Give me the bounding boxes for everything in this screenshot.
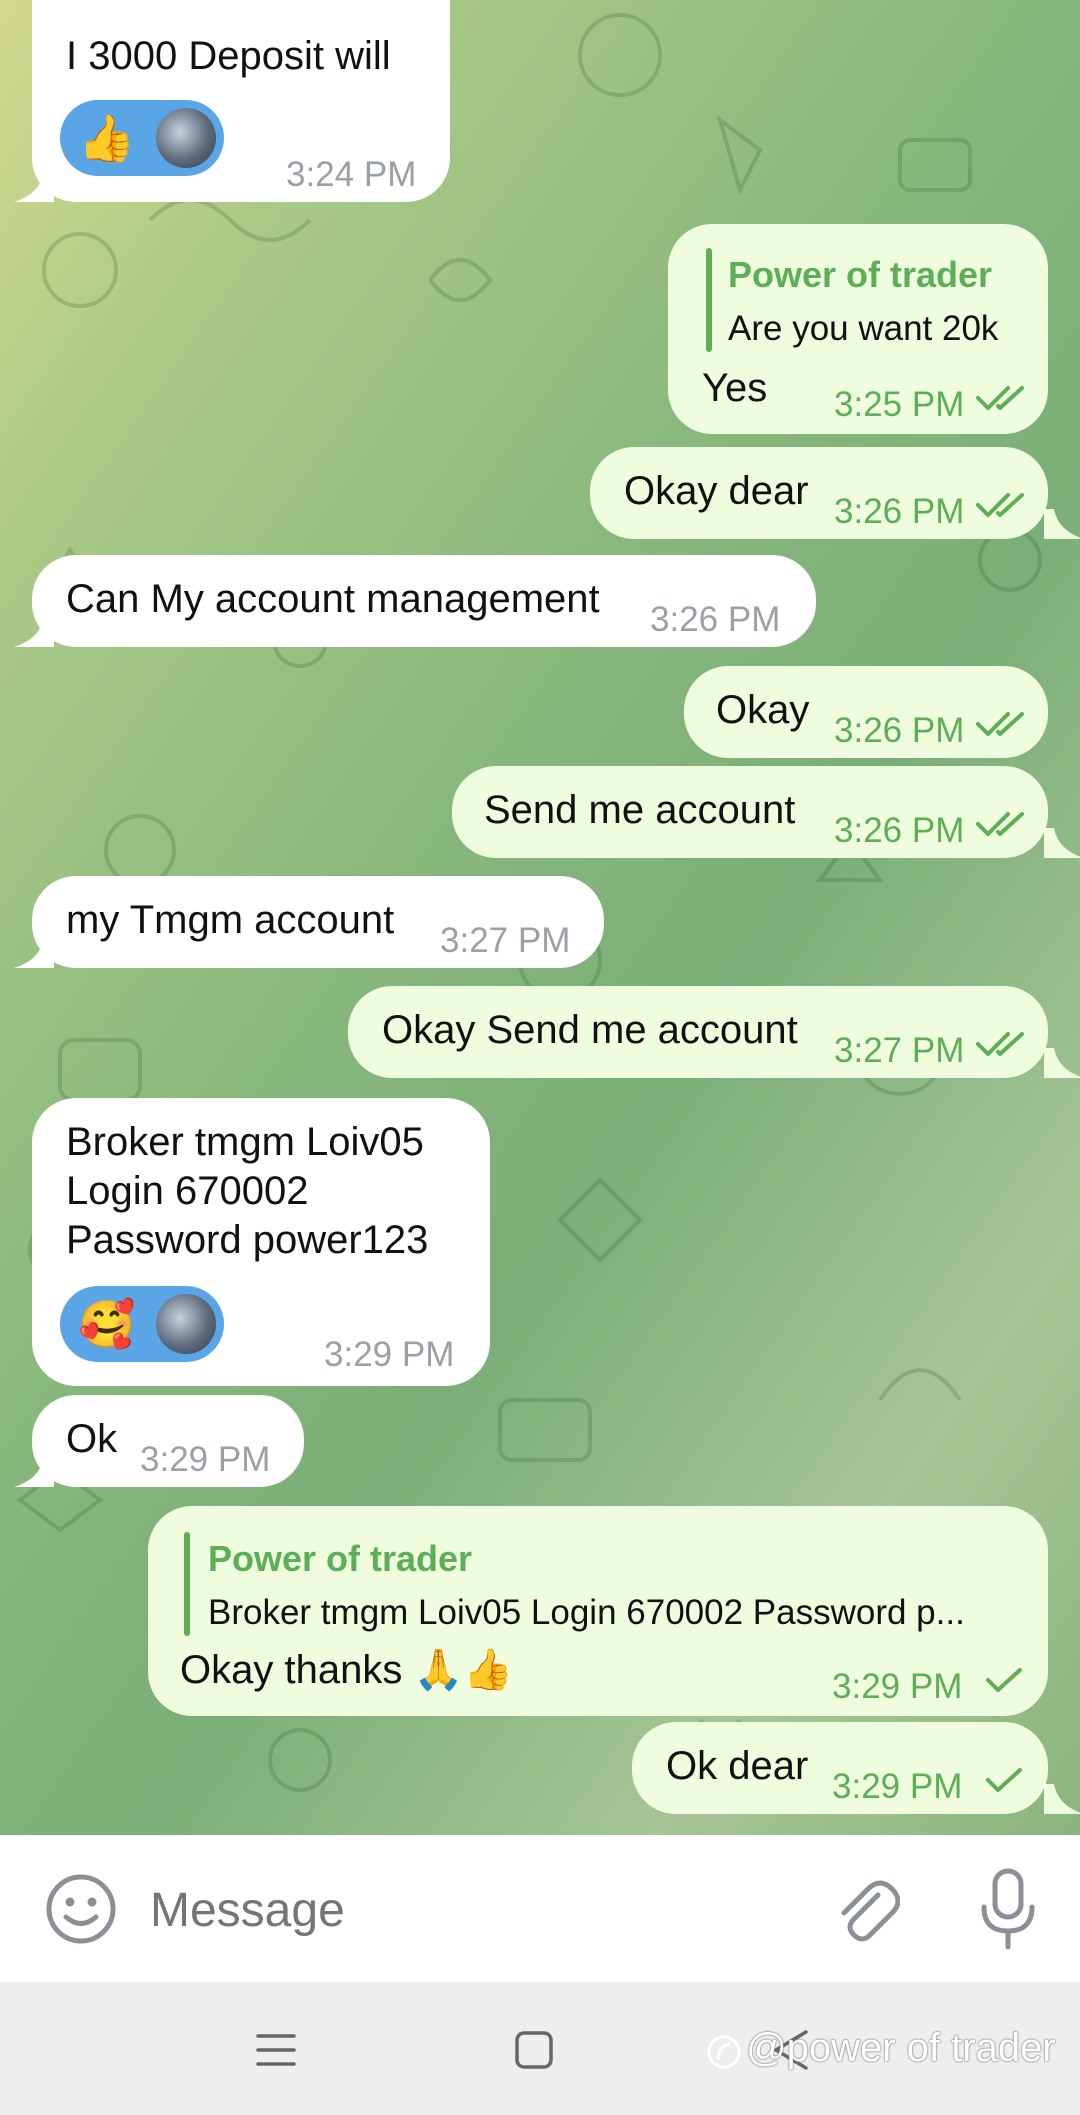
double-check-icon bbox=[976, 386, 1024, 410]
watermark-logo-icon bbox=[707, 2035, 741, 2069]
bubble-tail bbox=[14, 172, 54, 202]
message-time: 3:26 PM bbox=[834, 811, 965, 850]
message-text: Ok bbox=[66, 1417, 118, 1461]
message-bubble-incoming[interactable]: Can My account management 3:26 PM bbox=[32, 555, 816, 647]
message-bubble-outgoing[interactable]: Power of trader Are you want 20k Yes 3:2… bbox=[668, 224, 1048, 434]
message-text-line: Password power123 bbox=[66, 1218, 429, 1262]
single-check-icon bbox=[986, 1668, 1022, 1692]
bubble-tail bbox=[1044, 1048, 1080, 1078]
message-text-line: Broker tmgm Loiv05 bbox=[66, 1120, 424, 1164]
message-time: 3:27 PM bbox=[834, 1031, 965, 1070]
paperclip-icon[interactable] bbox=[830, 1869, 900, 1949]
bubble-tail bbox=[1044, 509, 1080, 539]
message-time: 3:25 PM bbox=[834, 385, 965, 424]
bubble-tail bbox=[1044, 1784, 1080, 1814]
message-text: Can My account management bbox=[66, 577, 600, 621]
message-bubble-outgoing[interactable]: Ok dear 3:29 PM bbox=[632, 1722, 1048, 1814]
double-check-icon bbox=[976, 812, 1024, 836]
message-text: Okay bbox=[716, 688, 810, 732]
message-bubble-outgoing[interactable]: Okay dear 3:26 PM bbox=[590, 447, 1048, 539]
bubble-tail bbox=[14, 938, 54, 968]
message-time: 3:26 PM bbox=[650, 600, 781, 639]
message-time: 3:26 PM bbox=[834, 711, 965, 750]
system-navigation-bar: @power of trader bbox=[0, 1982, 1080, 2115]
message-bubble-incoming[interactable]: I 3000 Deposit will 👍 3:24 PM bbox=[32, 0, 450, 202]
message-time: 3:29 PM bbox=[832, 1767, 963, 1806]
reaction-chip[interactable]: 🥰 bbox=[60, 1286, 224, 1362]
message-bubble-incoming[interactable]: Broker tmgm Loiv05 Login 670002 Password… bbox=[32, 1098, 490, 1386]
message-bubble-outgoing[interactable]: Send me account 3:26 PM bbox=[452, 766, 1048, 858]
message-text: Okay thanks 🙏👍 bbox=[180, 1648, 514, 1692]
home-icon[interactable] bbox=[514, 2030, 554, 2070]
double-check-icon bbox=[976, 1032, 1024, 1056]
double-check-icon bbox=[976, 712, 1024, 736]
message-text: Yes bbox=[702, 366, 768, 410]
message-bubble-outgoing[interactable]: Power of trader Broker tmgm Loiv05 Login… bbox=[148, 1506, 1048, 1716]
reply-author: Power of trader bbox=[728, 254, 993, 295]
message-time: 3:27 PM bbox=[440, 921, 571, 960]
bubble-tail bbox=[1044, 828, 1080, 858]
recents-icon[interactable] bbox=[254, 2028, 298, 2072]
message-composer bbox=[0, 1835, 1080, 1982]
message-bubble-incoming[interactable]: Ok 3:29 PM bbox=[32, 1395, 304, 1487]
reaction-chip[interactable]: 👍 bbox=[60, 100, 224, 176]
message-time: 3:24 PM bbox=[286, 155, 417, 194]
message-text: my Tmgm account bbox=[66, 898, 395, 942]
double-check-icon bbox=[976, 493, 1024, 517]
reactor-avatar bbox=[156, 108, 216, 168]
message-time: 3:29 PM bbox=[832, 1667, 963, 1706]
bubble-tail bbox=[14, 617, 54, 647]
reactor-avatar bbox=[156, 1294, 216, 1354]
message-text-line: Login 670002 bbox=[66, 1169, 309, 1213]
message-time: 3:29 PM bbox=[324, 1335, 455, 1374]
message-bubble-incoming[interactable]: my Tmgm account 3:27 PM bbox=[32, 876, 604, 968]
message-text: Send me account bbox=[484, 788, 796, 832]
message-input[interactable] bbox=[150, 1875, 790, 1945]
emoji-icon[interactable] bbox=[44, 1872, 118, 1946]
reply-author: Power of trader bbox=[208, 1538, 473, 1579]
watermark-text: @power of trader bbox=[746, 2026, 1056, 2070]
reply-quote-bar bbox=[706, 248, 712, 352]
message-text: Okay dear bbox=[624, 469, 809, 513]
reply-text: Broker tmgm Loiv05 Login 670002 Password… bbox=[208, 1593, 965, 1632]
message-bubble-outgoing[interactable]: Okay Send me account 3:27 PM bbox=[348, 986, 1048, 1078]
bubble-tail bbox=[14, 1457, 54, 1487]
message-text: I 3000 Deposit will bbox=[66, 34, 391, 78]
message-time: 3:29 PM bbox=[140, 1440, 271, 1479]
message-bubble-outgoing[interactable]: Okay 3:26 PM bbox=[684, 666, 1048, 758]
reply-quote-bar bbox=[184, 1532, 190, 1636]
message-text: Ok dear bbox=[666, 1744, 809, 1788]
message-text: Okay Send me account bbox=[382, 1008, 798, 1052]
message-time: 3:26 PM bbox=[834, 492, 965, 531]
reaction-emoji: 🥰 bbox=[78, 1298, 136, 1350]
reaction-emoji: 👍 bbox=[78, 112, 136, 164]
microphone-icon[interactable] bbox=[978, 1867, 1038, 1951]
single-check-icon bbox=[986, 1768, 1022, 1792]
reply-text: Are you want 20k bbox=[728, 309, 999, 348]
